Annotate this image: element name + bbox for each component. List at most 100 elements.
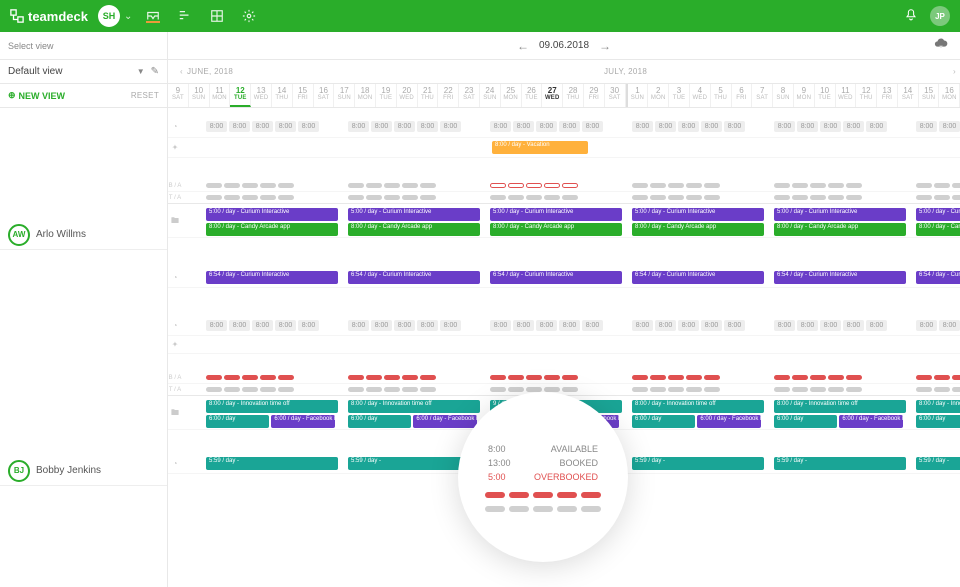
booking-block[interactable]: 8:00 / day - Innovation time off [348, 400, 480, 413]
booking-block[interactable]: 5:00 / day - Curium Interactive [916, 208, 960, 221]
booking-block[interactable]: 5:00 / day - Curium Interactive [490, 208, 622, 221]
day-cell[interactable]: 10TUE [815, 84, 836, 107]
booking-block[interactable]: 6:00 / day [206, 415, 269, 428]
day-cell[interactable]: 20WED [397, 84, 418, 107]
day-cell[interactable]: 14SAT [898, 84, 919, 107]
booking-block[interactable]: 6:00 / day - Facebook bot [839, 415, 902, 428]
day-cell[interactable]: 10SUN [189, 84, 210, 107]
booking-block[interactable]: 5:00 / day - Curium Interactive [348, 208, 480, 221]
booking-block[interactable]: 8:00 / day - Innovation time off [632, 400, 764, 413]
day-cell[interactable]: 27WED [542, 84, 563, 107]
reset-button[interactable]: RESET [131, 91, 159, 100]
day-cell[interactable]: 13WED [251, 84, 272, 107]
prev-arrow-icon[interactable]: ← [517, 39, 529, 53]
dropdown-icon[interactable]: ▼ [137, 67, 145, 76]
day-cell[interactable]: 21THU [418, 84, 439, 107]
day-cell[interactable]: 22FRI [438, 84, 459, 107]
booking-block[interactable]: 6:54 / day - Curium Interactive [490, 271, 622, 284]
day-cell[interactable]: 6FRI [732, 84, 753, 107]
day-cell[interactable]: 14THU [272, 84, 293, 107]
person-row-bobby[interactable]: BJ Bobby Jenkins [0, 456, 167, 486]
booking-block[interactable]: 6:54 / day - Curium Interactive [206, 271, 338, 284]
booking-block[interactable]: 8:00 / day - Innovation time off [774, 400, 906, 413]
day-cell[interactable]: 9SAT [168, 84, 189, 107]
day-cell[interactable]: 16MON [939, 84, 960, 107]
booking-block[interactable]: 5:59 / day - [206, 457, 338, 470]
day-cell[interactable]: 19TUE [376, 84, 397, 107]
day-cell[interactable]: 4WED [690, 84, 711, 107]
day-cell[interactable]: 5THU [711, 84, 732, 107]
day-cell[interactable]: 12TUE [230, 84, 251, 107]
day-cell[interactable]: 18MON [355, 84, 376, 107]
booking-block[interactable]: 5:59 / day - [632, 457, 764, 470]
day-cell[interactable]: 8SUN [773, 84, 794, 107]
booking-block[interactable]: 8:00 / day - Candy Arcade app [632, 223, 764, 236]
booking-block[interactable]: 5:59 / day - [774, 457, 906, 470]
booking-block[interactable]: 6:00 / day - Facebook bot [697, 415, 760, 428]
day-cell[interactable]: 12THU [856, 84, 877, 107]
view-select[interactable]: Default view [8, 66, 137, 77]
next-arrow-icon[interactable]: → [599, 39, 611, 53]
booking-block[interactable]: 8:00 / day - Can [916, 223, 960, 236]
booking-block[interactable]: 6:00 / day [348, 415, 411, 428]
booking-block[interactable]: 6:00 / day [916, 415, 960, 428]
day-cell[interactable]: 3TUE [669, 84, 690, 107]
booking-block[interactable]: 6:00 / day - Facebook bot [271, 415, 334, 428]
booking-block[interactable]: 5:00 / day - Curium Interactive [774, 208, 906, 221]
day-cell[interactable]: 11WED [836, 84, 857, 107]
day-cell[interactable]: 9MON [794, 84, 815, 107]
booking-block[interactable]: 6:54 / day - Curium Interactive [916, 271, 960, 284]
user-avatar[interactable]: JP [930, 6, 950, 26]
booking-block[interactable]: 8:00 / day - Candy Arcade app [490, 223, 622, 236]
pill-cluster [206, 195, 338, 200]
booking-block[interactable]: 5:00 / day - Curium Interactive [206, 208, 338, 221]
day-cell[interactable]: 25MON [501, 84, 522, 107]
gear-icon[interactable] [242, 9, 256, 23]
workspace-avatar[interactable]: SH [98, 5, 120, 27]
day-cell[interactable]: 17SUN [334, 84, 355, 107]
booking-block[interactable]: 6:00 / day - Facebook bot [413, 415, 476, 428]
day-cell[interactable]: 15SUN [919, 84, 940, 107]
booking-block[interactable]: 8:00 / day - Candy Arcade app [774, 223, 906, 236]
booking-cluster: 6:54 / day - Curium Interactive [206, 271, 338, 284]
day-cell[interactable]: 23SAT [459, 84, 480, 107]
booking-block[interactable]: 8:00 / day - Innovation time off [206, 400, 338, 413]
booking-block[interactable]: 6:54 / day - Curium Interactive [774, 271, 906, 284]
day-cell[interactable]: 26TUE [522, 84, 543, 107]
day-cell[interactable]: 11MON [210, 84, 231, 107]
day-cell[interactable]: 28THU [563, 84, 584, 107]
pencil-icon[interactable]: ✎ [151, 66, 159, 77]
new-view-button[interactable]: ⊕NEW VIEW [8, 90, 65, 101]
day-cell[interactable]: 16SAT [314, 84, 335, 107]
scroll-left-icon[interactable]: ‹ [176, 67, 187, 76]
booking-block[interactable]: 8:00 / day - Inno [916, 400, 960, 413]
day-cell[interactable]: 15FRI [293, 84, 314, 107]
day-cell[interactable]: 13FRI [877, 84, 898, 107]
app-logo[interactable]: teamdeck [10, 9, 88, 24]
booking-block[interactable]: 5:00 / day - Curium Interactive [632, 208, 764, 221]
scroll-right-icon[interactable]: › [949, 67, 960, 76]
booking-vacation[interactable]: 8:00 / day - Vacation [492, 141, 588, 154]
cloud-download-icon[interactable] [934, 37, 948, 54]
day-cell[interactable]: 7SAT [752, 84, 773, 107]
booking-block[interactable]: 6:00 / day [774, 415, 837, 428]
day-cell[interactable]: 2MON [648, 84, 669, 107]
hours-chip: 8:00 [440, 121, 461, 132]
booking-block[interactable]: 6:54 / day - Curium Interactive [632, 271, 764, 284]
day-cell[interactable]: 30SAT [605, 84, 626, 107]
booking-block[interactable]: 8:00 / day - Candy Arcade app [206, 223, 338, 236]
chevron-down-icon[interactable]: ⌄ [124, 11, 132, 22]
day-cell[interactable]: 1SUN [626, 84, 649, 107]
inbox-icon[interactable] [146, 9, 160, 23]
booking-block[interactable]: 8:00 / day - Candy Arcade app [348, 223, 480, 236]
booking-block[interactable]: 6:54 / day - Curium Interactive [348, 271, 480, 284]
grid-icon[interactable] [210, 9, 224, 23]
current-date[interactable]: 09.06.2018 [539, 40, 589, 51]
person-row-arlo[interactable]: AW Arlo Willms [0, 220, 167, 250]
day-cell[interactable]: 24SUN [480, 84, 501, 107]
gantt-icon[interactable] [178, 9, 192, 23]
day-cell[interactable]: 29FRI [584, 84, 605, 107]
booking-block[interactable]: 5:59 / day - [916, 457, 960, 470]
booking-block[interactable]: 6:00 / day [632, 415, 695, 428]
bell-icon[interactable] [904, 8, 918, 25]
